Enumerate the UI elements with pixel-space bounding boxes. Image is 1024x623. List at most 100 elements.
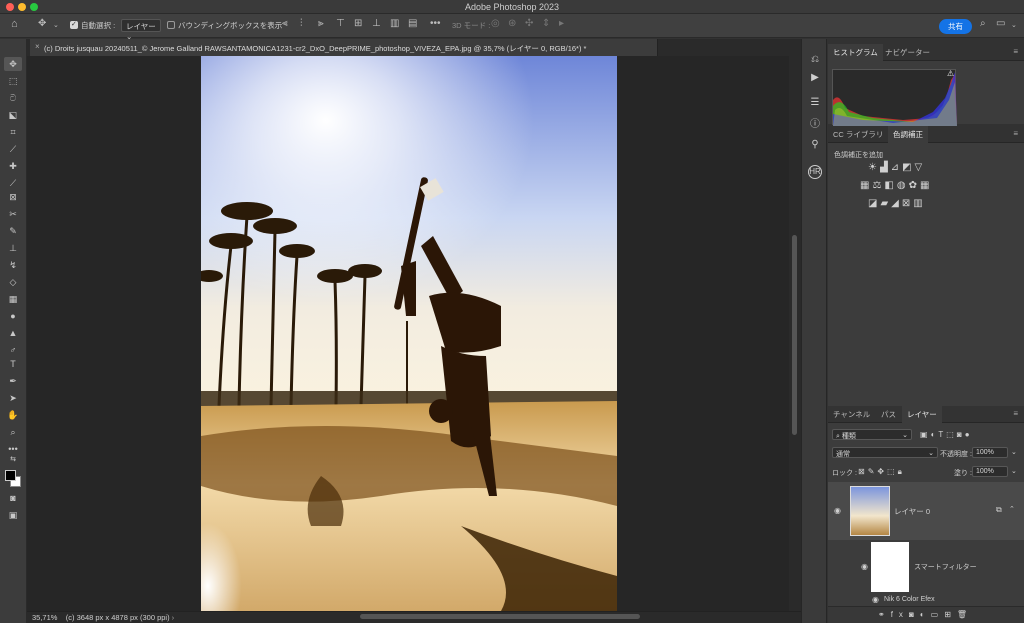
layers-menu-icon[interactable]: ≡ xyxy=(1013,409,1018,418)
lock-transparent-icon[interactable]: ⊠ xyxy=(858,467,868,476)
adjust-panel-icon[interactable]: ☰ xyxy=(808,97,822,108)
hue-saturation-icon[interactable]: ▦ xyxy=(860,180,872,191)
document-image[interactable] xyxy=(201,56,617,611)
photo-filter-icon[interactable]: ◍ xyxy=(897,180,909,191)
filter-smart-icon[interactable]: ◙ xyxy=(957,430,965,439)
marquee-tool-icon[interactable]: ⬚ xyxy=(4,74,22,88)
tab-navigator[interactable]: ナビゲーター xyxy=(880,44,935,61)
history-brush-tool-icon[interactable]: ↯ xyxy=(4,258,22,272)
move-tool-icon[interactable]: ✥ xyxy=(38,18,46,29)
layer-style-icon[interactable]: fx xyxy=(891,610,909,619)
new-layer-icon[interactable]: ⊞ xyxy=(944,610,957,619)
color-lookup-icon[interactable]: ▦ xyxy=(920,180,932,191)
align-bottom-icon[interactable]: ⊥ xyxy=(372,18,381,29)
vertical-scroll-thumb[interactable] xyxy=(792,235,797,435)
history-panel-icon[interactable]: ⎌ xyxy=(808,54,822,65)
drag-3d-icon[interactable]: ✣ xyxy=(525,18,533,29)
smart-filter-eye-icon[interactable]: ◉ xyxy=(861,562,868,571)
tab-layers[interactable]: レイヤー xyxy=(902,406,942,423)
filter-eye-icon[interactable]: ◉ xyxy=(872,595,879,604)
layer-filter-dropdown[interactable]: ⌕ 種類 ⌄ xyxy=(832,429,912,440)
horizontal-scroll-thumb[interactable] xyxy=(360,614,640,619)
align-left-icon[interactable]: ⫷ xyxy=(282,18,288,29)
auto-select-dropdown[interactable]: レイヤー ⌄ xyxy=(121,19,161,41)
align-middle-v-icon[interactable]: ⊞ xyxy=(354,18,362,29)
layer-row[interactable]: ◉ レイヤー 0 ⧉ ⌃ xyxy=(828,482,1024,540)
selective-color-icon[interactable]: ⊠ xyxy=(902,198,913,209)
smart-filter-row[interactable]: ◉ スマートフィルター xyxy=(828,540,1024,596)
channel-mixer-icon[interactable]: ✿ xyxy=(909,180,920,191)
tab-paths[interactable]: パス xyxy=(876,406,901,423)
link-layers-icon[interactable]: ⚭ xyxy=(878,610,891,619)
distribute-h-icon[interactable]: ▤ xyxy=(408,18,417,29)
invert-icon[interactable]: ◪ xyxy=(868,198,880,209)
bounding-box-checkbox[interactable]: バウンディングボックスを表示 xyxy=(167,20,282,31)
crop-tool-icon[interactable]: ⌗ xyxy=(4,125,22,139)
status-arrow-icon[interactable]: › xyxy=(172,615,174,622)
tool-preset-chevron-icon[interactable]: ⌄ xyxy=(53,21,59,29)
align-center-h-icon[interactable]: ⫶ xyxy=(300,18,303,29)
path-select-tool-icon[interactable]: ➤ xyxy=(4,391,22,405)
search-icon[interactable]: ⌕ xyxy=(980,18,986,29)
threshold-icon[interactable]: ◢ xyxy=(891,198,902,209)
actions-panel-icon[interactable]: ▶ xyxy=(808,72,822,83)
distribute-icon[interactable]: ▥ xyxy=(390,18,399,29)
object-select-tool-icon[interactable]: ⬕ xyxy=(4,108,22,122)
posterize-icon[interactable]: ▰ xyxy=(880,198,891,209)
workspace-icon[interactable]: ▭ xyxy=(996,18,1005,29)
scissors-tool-icon[interactable]: ✂ xyxy=(4,207,22,221)
align-top-icon[interactable]: ⊤ xyxy=(336,18,345,29)
layer-collapse-icon[interactable]: ⌃ xyxy=(1009,505,1015,513)
layer-visibility-eye-icon[interactable]: ◉ xyxy=(834,506,841,515)
lock-image-icon[interactable]: ✎ xyxy=(868,467,878,476)
properties-panel-icon[interactable]: ⚲ xyxy=(808,139,822,150)
info-panel-icon[interactable]: ⓘ xyxy=(808,115,822,130)
more-options-icon[interactable]: ••• xyxy=(430,18,441,29)
brush-tool-icon[interactable]: ⟋ xyxy=(4,176,22,190)
opacity-input[interactable]: 100% xyxy=(972,447,1008,458)
zoom-level[interactable]: 35,71% xyxy=(32,613,57,622)
gradient-tool-icon[interactable]: ▦ xyxy=(4,292,22,306)
roll-3d-icon[interactable]: ⊛ xyxy=(508,18,516,29)
dodge-tool-icon[interactable]: ♂ xyxy=(4,343,22,357)
vibrance-icon[interactable]: ▽ xyxy=(915,162,926,173)
spot-healing-tool-icon[interactable]: ✚ xyxy=(4,159,22,173)
lock-artboard-icon[interactable]: ⬚ xyxy=(887,467,898,476)
new-adjustment-icon[interactable]: ◐ xyxy=(920,610,931,619)
home-icon[interactable]: ⌂ xyxy=(11,18,18,30)
filter-shape-icon[interactable]: ⬚ xyxy=(946,430,957,439)
frame-tool-icon[interactable]: ⊠ xyxy=(4,190,22,204)
screen-mode-icon[interactable]: ▣ xyxy=(4,508,22,522)
move-tool-icon[interactable]: ✥ xyxy=(4,57,22,71)
brightness-contrast-icon[interactable]: ☀ xyxy=(868,162,880,173)
lock-all-icon[interactable]: 🔒︎ xyxy=(898,467,905,476)
type-tool-icon[interactable]: T xyxy=(4,357,22,371)
close-tab-icon[interactable]: × xyxy=(35,42,40,51)
pen-tool-icon[interactable]: ✒ xyxy=(4,374,22,388)
align-right-icon[interactable]: ⫸ xyxy=(318,18,324,29)
histogram-warning-icon[interactable]: ⚠ xyxy=(947,69,954,78)
clone-stamp-tool-icon[interactable]: ⊥ xyxy=(4,241,22,255)
blur-tool-icon[interactable]: ● xyxy=(4,309,22,323)
exposure-icon[interactable]: ◩ xyxy=(902,162,914,173)
document-tab[interactable]: × (c) Droits jusquau 20240511_© Jerome G… xyxy=(30,39,658,56)
filter-pixel-icon[interactable]: ▣ xyxy=(920,430,931,439)
layer-name[interactable]: レイヤー 0 xyxy=(894,506,930,517)
plugin-panel-icon[interactable]: HR xyxy=(808,165,822,179)
lasso-tool-icon[interactable]: ට xyxy=(4,91,22,105)
curves-icon[interactable]: ⊿ xyxy=(891,162,902,173)
pencil-tool-icon[interactable]: ✎ xyxy=(4,224,22,238)
eraser-tool-icon[interactable]: ◇ xyxy=(4,275,22,289)
document-info[interactable]: (c) 3648 px x 4878 px (300 ppi) xyxy=(66,613,170,622)
add-mask-icon[interactable]: ◙ xyxy=(909,610,920,619)
swap-colors-icon[interactable]: ⇆ xyxy=(4,453,22,467)
new-group-icon[interactable]: ▭ xyxy=(931,610,945,619)
orbit-3d-icon[interactable]: ◎ xyxy=(491,18,500,29)
tab-cc-libraries[interactable]: CC ライブラリ xyxy=(828,126,888,143)
sharpen-tool-icon[interactable]: ▲ xyxy=(4,326,22,340)
workspace-chevron-icon[interactable]: ⌄ xyxy=(1011,21,1017,29)
color-balance-icon[interactable]: ⚖ xyxy=(872,180,884,191)
foreground-color-swatch[interactable] xyxy=(5,470,16,481)
auto-select-checkbox[interactable]: 自動選択 : xyxy=(70,20,115,31)
blend-mode-dropdown[interactable]: 通常 ⌄ xyxy=(832,447,938,458)
